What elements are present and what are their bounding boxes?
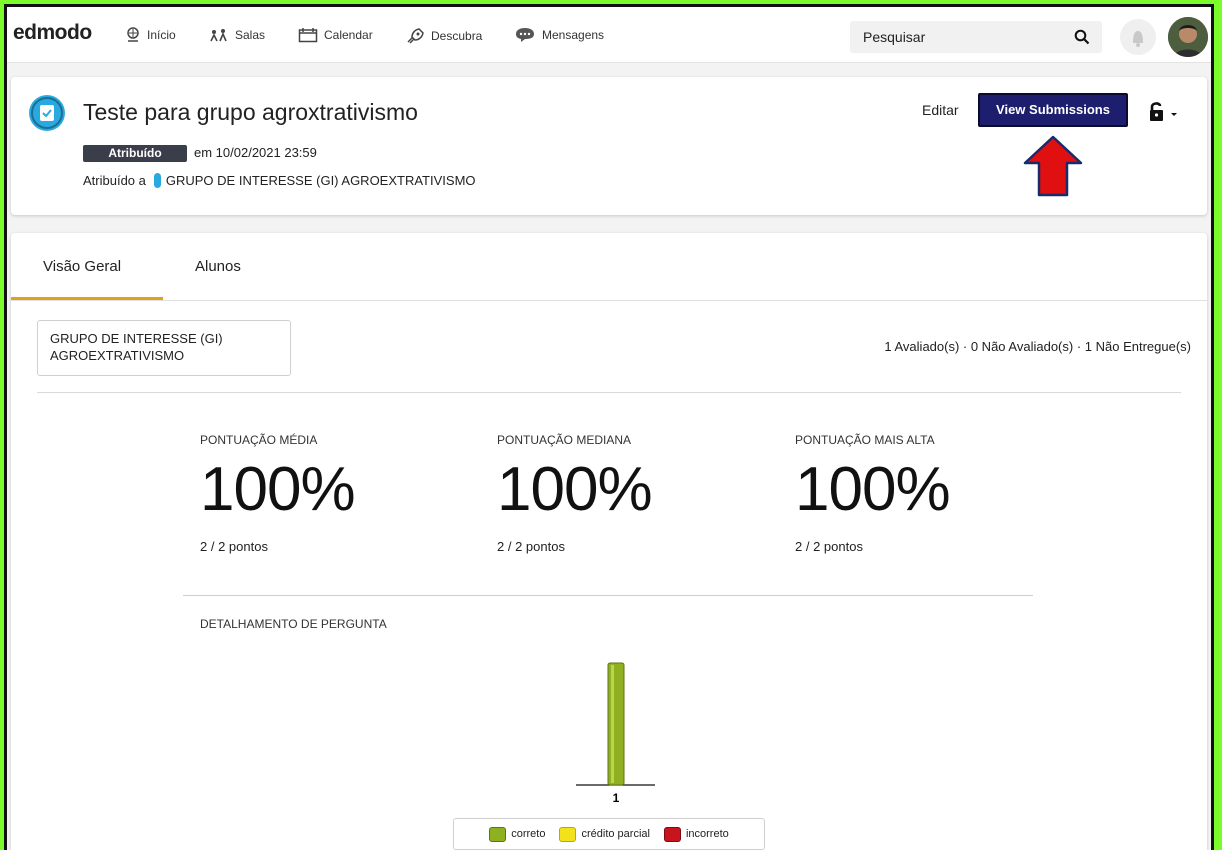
overview-card: Visão Geral Alunos GRUPO DE INTERESSE (G… [11, 233, 1207, 850]
bar-highlight [611, 665, 614, 783]
group-selector[interactable]: GRUPO DE INTERESSE (GI) AGROEXTRATIVISMO [37, 320, 291, 376]
nav-item-label: Início [147, 28, 176, 42]
stat-label: PONTUAÇÃO MEDIANA [497, 433, 632, 447]
messages-icon [514, 27, 536, 43]
assigned-to-label: Atribuído a [83, 173, 146, 188]
rooms-icon [209, 27, 229, 43]
nav-item-label: Salas [235, 28, 266, 42]
legend-label: crédito parcial [581, 828, 650, 840]
assignment-title: Teste para grupo agroxtrativismo [83, 99, 418, 125]
legend-swatch [559, 826, 577, 842]
edit-button[interactable]: Editar [922, 102, 959, 118]
submission-counts: 1 Avaliado(s) · 0 Não Avaliado(s) · 1 Nã… [884, 339, 1191, 354]
stat-value: 100% [497, 455, 653, 524]
bell-icon [1120, 31, 1156, 59]
home-icon [125, 27, 141, 43]
stat-highest: PONTUAÇÃO MAIS ALTA 100% 2 / 2 pontos [795, 433, 1055, 554]
notifications-button[interactable] [1120, 19, 1156, 55]
nav-item-salas[interactable]: Salas [209, 27, 265, 43]
view-submissions-button[interactable]: View Submissions [978, 93, 1128, 127]
legend-label: correto [511, 828, 546, 840]
red-arrow-annotation [1023, 135, 1083, 202]
divider [37, 392, 1181, 393]
tab-visao-geral[interactable]: Visão Geral [43, 258, 121, 275]
legend-item-correto: correto [489, 826, 546, 842]
tab-alunos[interactable]: Alunos [195, 258, 241, 275]
due-date: em 10/02/2021 23:59 [194, 145, 317, 160]
x-tick-label: 1 [613, 791, 620, 805]
stat-label: PONTUAÇÃO MÉDIA [200, 433, 318, 447]
nav-item-inicio[interactable]: Início [125, 27, 176, 43]
nav-item-label: Descubra [431, 29, 483, 43]
assigned-group-link[interactable]: GRUPO DE INTERESSE (GI) AGROEXTRATIVISMO [166, 173, 476, 188]
nav-item-mensagens[interactable]: Mensagens [514, 27, 604, 43]
assigned-to: Atribuído a GRUPO DE INTERESSE (GI) AGRO… [83, 173, 476, 188]
stat-average: PONTUAÇÃO MÉDIA 100% 2 / 2 pontos [200, 433, 460, 554]
divider [11, 300, 1207, 301]
group-color-icon [153, 173, 161, 188]
nav-item-label: Mensagens [542, 28, 605, 42]
top-nav: edmodo Início Salas Calendar Descubra Me… [7, 7, 1211, 63]
lock-menu[interactable] [1148, 101, 1182, 128]
bar-correto[interactable] [607, 662, 625, 786]
legend-swatch [489, 826, 507, 842]
legend-swatch [663, 826, 681, 842]
assignment-header-card: Teste para grupo agroxtrativismo Atribuí… [11, 77, 1207, 215]
chart-legend: correto crédito parcial incorreto [453, 818, 765, 850]
app-frame: edmodo Início Salas Calendar Descubra Me… [4, 4, 1214, 850]
stat-value: 100% [200, 455, 356, 524]
divider [183, 595, 1033, 596]
search-icon[interactable] [1074, 29, 1090, 50]
legend-item-credito-parcial: crédito parcial [559, 826, 650, 842]
stat-points: 2 / 2 pontos [200, 539, 268, 554]
assignment-icon [29, 95, 65, 131]
search-box[interactable]: Pesquisar [850, 21, 1102, 53]
stat-median: PONTUAÇÃO MEDIANA 100% 2 / 2 pontos [497, 433, 757, 554]
avatar[interactable] [1168, 17, 1208, 57]
stat-points: 2 / 2 pontos [795, 539, 863, 554]
nav-item-label: Calendar [324, 28, 373, 42]
nav-item-calendar[interactable]: Calendar [298, 27, 373, 43]
discover-icon [405, 27, 425, 45]
status-badge: Atribuído [83, 145, 187, 162]
stat-points: 2 / 2 pontos [497, 539, 565, 554]
legend-label: incorreto [685, 828, 729, 840]
question-breakdown-chart: 1 [576, 662, 655, 805]
stat-label: PONTUAÇÃO MAIS ALTA [795, 433, 935, 447]
stat-value: 100% [795, 455, 951, 524]
search-input[interactable]: Pesquisar [863, 29, 925, 45]
calendar-icon [298, 27, 318, 43]
legend-item-incorreto: incorreto [663, 826, 729, 842]
edmodo-logo[interactable]: edmodo [13, 21, 92, 45]
question-breakdown-title: DETALHAMENTO DE PERGUNTA [200, 617, 387, 631]
nav-item-descubra[interactable]: Descubra [405, 27, 482, 45]
